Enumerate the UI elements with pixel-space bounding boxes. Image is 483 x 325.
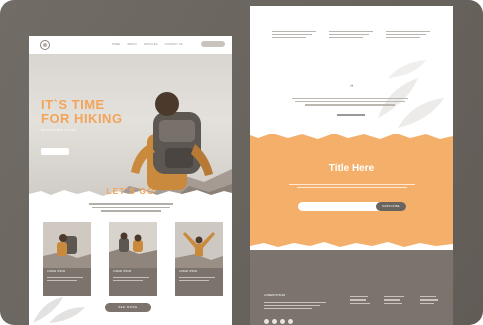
card-1-photo <box>43 222 91 268</box>
feature-columns <box>272 28 432 48</box>
card-2[interactable]: LOREM IPSUM <box>109 222 157 296</box>
hero-subtitle: ADVENTURE CLASS <box>41 128 77 132</box>
card-1[interactable]: LOREM IPSUM <box>43 222 91 296</box>
torn-paper-edge-top <box>250 130 453 139</box>
footer-column-2 <box>384 293 406 306</box>
social-icons <box>264 319 293 324</box>
footer-column-1 <box>350 293 372 306</box>
section-title: LET`S GO <box>106 186 155 196</box>
card-3-title: LOREM IPSUM <box>179 271 198 273</box>
quote-icon: “ <box>349 84 354 92</box>
footer-title: LOREM IPSUM <box>264 293 286 297</box>
card-2-title: LOREM IPSUM <box>113 271 132 273</box>
section-description <box>89 201 173 214</box>
card-1-title: LOREM IPSUM <box>47 271 66 273</box>
twitter-icon[interactable] <box>272 319 277 324</box>
card-2-text-line <box>113 277 149 279</box>
feature-column-3 <box>386 28 432 40</box>
subscribe-button[interactable]: SUBSCRIBE <box>376 202 406 211</box>
hero-title-line-1: IT`S TIME <box>41 97 105 112</box>
nav-link-home[interactable]: HOME <box>112 43 120 46</box>
nav-link-about[interactable]: ABOUT <box>127 43 137 46</box>
logo-icon[interactable] <box>40 40 50 50</box>
hiker-photo <box>111 92 232 202</box>
right-page-mockup: “ Title Here SUBSCRIBE LOREM IPSUM <box>250 6 453 325</box>
feature-column-1 <box>272 28 318 40</box>
nav-link-articles[interactable]: ARTICLES <box>144 43 158 46</box>
footer <box>250 250 453 325</box>
feature-column-2 <box>329 28 375 40</box>
hero-title: IT`S TIME FOR HIKING <box>41 98 123 126</box>
instagram-icon[interactable] <box>280 319 285 324</box>
quote-author <box>337 114 365 116</box>
cta-band <box>250 134 453 252</box>
card-1-text-line-2 <box>47 280 77 282</box>
card-1-text-line <box>47 277 83 279</box>
youtube-icon[interactable] <box>288 319 293 324</box>
mockup-background: HOME ABOUT ARTICLES CONTACT US IT`S TIME <box>0 0 483 325</box>
hero-button[interactable] <box>41 148 69 155</box>
nav-button[interactable] <box>201 41 225 47</box>
see-more-button[interactable]: SEE MORE <box>105 303 151 312</box>
footer-column-3 <box>420 293 442 306</box>
card-3-text-line-2 <box>179 280 209 282</box>
leaf-decoration-icon <box>378 60 444 128</box>
leaf-decoration-icon <box>33 297 85 323</box>
hero-banner: IT`S TIME FOR HIKING ADVENTURE CLASS <box>29 54 232 202</box>
facebook-icon[interactable] <box>264 319 269 324</box>
card-2-photo <box>109 222 157 268</box>
card-2-text-line-2 <box>113 280 143 282</box>
card-3-text-line <box>179 277 215 279</box>
card-3-photo <box>175 222 223 268</box>
footer-description <box>264 300 328 311</box>
card-3[interactable]: LOREM IPSUM <box>175 222 223 296</box>
top-nav: HOME ABOUT ARTICLES CONTACT US <box>29 36 232 54</box>
cta-description <box>288 182 416 190</box>
nav-link-contact[interactable]: CONTACT US <box>165 43 183 46</box>
quote-text <box>290 96 410 107</box>
left-page-mockup: HOME ABOUT ARTICLES CONTACT US IT`S TIME <box>29 36 232 325</box>
nav-links: HOME ABOUT ARTICLES CONTACT US <box>112 43 183 46</box>
hero-title-line-2: FOR HIKING <box>41 111 123 126</box>
cta-title: Title Here <box>328 163 375 174</box>
